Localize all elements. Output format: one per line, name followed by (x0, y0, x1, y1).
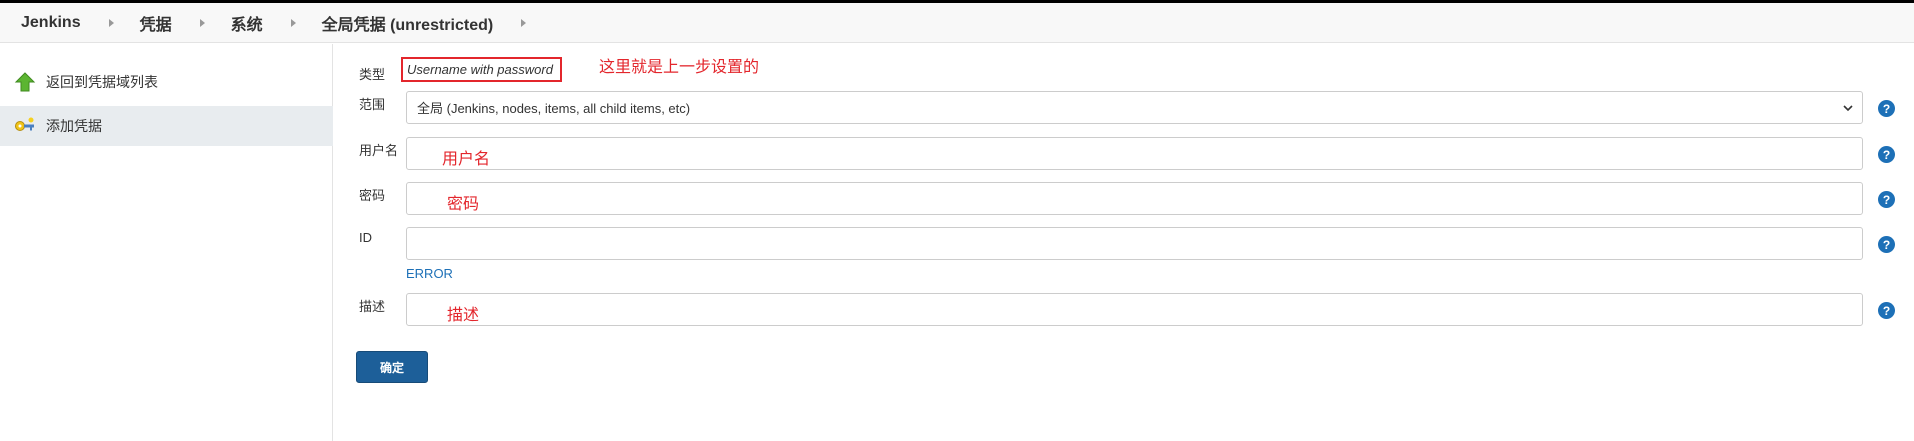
username-annotation: 用户名 (442, 151, 491, 168)
username-help-icon[interactable]: ? (1878, 146, 1895, 163)
id-label: ID (359, 230, 372, 245)
breadcrumb-separator-icon[interactable] (108, 18, 114, 27)
credential-form: 类型 Username with password 这里就是上一步设置的 范围 … (334, 44, 1914, 441)
sidebar: 返回到凭据域列表 添加凭据 (0, 44, 333, 441)
scope-label: 范围 (359, 97, 386, 112)
type-label: 类型 (359, 67, 386, 82)
chevron-down-icon (1843, 105, 1853, 112)
description-label: 描述 (359, 299, 386, 314)
description-input[interactable] (406, 293, 1863, 326)
scope-select[interactable]: 全局 (Jenkins, nodes, items, all child ite… (406, 91, 1863, 124)
up-arrow-icon (14, 72, 36, 92)
password-label: 密码 (359, 188, 386, 203)
sidebar-item-label: 返回到凭据域列表 (46, 74, 158, 90)
description-annotation: 描述 (447, 307, 480, 324)
breadcrumb-jenkins[interactable]: Jenkins (21, 14, 81, 32)
key-icon (15, 117, 34, 131)
password-annotation: 密码 (447, 196, 480, 213)
breadcrumb-system[interactable]: 系统 (231, 11, 263, 35)
breadcrumb-separator-icon[interactable] (199, 18, 205, 27)
submit-button[interactable]: 确定 (356, 351, 428, 383)
type-value: Username with password (401, 57, 562, 82)
id-input[interactable] (406, 227, 1863, 260)
breadcrumb-separator-icon[interactable] (290, 18, 296, 27)
username-input[interactable] (406, 137, 1863, 170)
type-annotation: 这里就是上一步设置的 (599, 59, 760, 76)
breadcrumb-credentials[interactable]: 凭据 (140, 11, 172, 35)
description-help-icon[interactable]: ? (1878, 302, 1895, 319)
password-input[interactable] (406, 182, 1863, 215)
breadcrumb: Jenkins 凭据 系统 全局凭据 (unrestricted) (0, 3, 1914, 43)
breadcrumb-global-credentials[interactable]: 全局凭据 (unrestricted) (322, 11, 494, 35)
password-help-icon[interactable]: ? (1878, 191, 1895, 208)
sidebar-item-label: 添加凭据 (46, 118, 102, 134)
id-error-message: ERROR (406, 266, 453, 281)
sidebar-item-add-credentials[interactable]: 添加凭据 (0, 106, 333, 146)
sidebar-item-back-to-domains[interactable]: 返回到凭据域列表 (0, 62, 333, 102)
id-help-icon[interactable]: ? (1878, 236, 1895, 253)
scope-help-icon[interactable]: ? (1878, 100, 1895, 117)
scope-selected-value: 全局 (Jenkins, nodes, items, all child ite… (417, 101, 691, 116)
username-label: 用户名 (359, 143, 399, 158)
breadcrumb-separator-icon[interactable] (521, 18, 527, 27)
